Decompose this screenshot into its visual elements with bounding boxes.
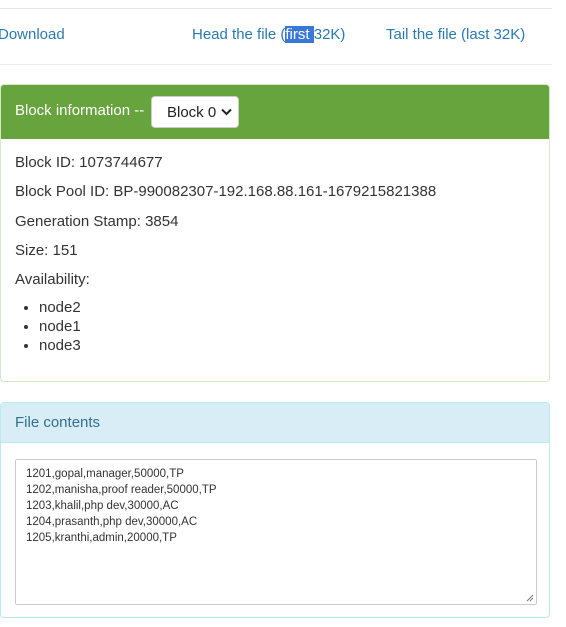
block-information-panel: Block information -- Block 0 Block ID: 1…	[0, 84, 550, 382]
resize-grip-icon[interactable]	[525, 593, 534, 602]
file-contents-panel: File contents 1201,gopal,manager,50000,T…	[0, 402, 550, 618]
head-file-link[interactable]: Head the file (first 32K)	[192, 26, 345, 43]
head-file-prefix: Head the file (	[192, 26, 286, 43]
content-line: 1201,gopal,manager,50000,TP	[26, 468, 184, 480]
block-panel-title: Block information --	[15, 102, 145, 119]
list-item: node3	[39, 336, 81, 355]
tail-file-link[interactable]: Tail the file (last 32K)	[386, 26, 525, 43]
file-contents-title: File contents	[15, 414, 101, 431]
list-item: node1	[39, 317, 81, 336]
block-select[interactable]: Block 0	[151, 96, 239, 128]
content-line: 1204,prasanth,php dev,30000,AC	[26, 516, 198, 528]
chevron-down-icon	[221, 108, 232, 116]
content-line: 1205,kranthi,admin,20000,TP	[26, 532, 177, 544]
block-select-value: Block 0	[167, 104, 217, 121]
download-link[interactable]: Download	[0, 26, 65, 43]
generation-stamp: Generation Stamp: 3854	[15, 213, 179, 230]
head-file-selected-text: first	[285, 26, 314, 43]
block-size: Size: 151	[15, 242, 78, 259]
head-file-suffix: 32K)	[313, 26, 346, 43]
content-line: 1203,khalil,php dev,30000,AC	[26, 500, 179, 512]
block-panel-heading: Block information -- Block 0	[1, 85, 549, 139]
block-pool-id: Block Pool ID: BP-990082307-192.168.88.1…	[15, 183, 437, 200]
list-item: node2	[39, 298, 81, 317]
top-divider	[0, 8, 552, 9]
availability-node-list: node2 node1 node3	[15, 298, 81, 355]
availability-label: Availability:	[15, 271, 90, 288]
content-line: 1202,manisha,proof reader,50000,TP	[26, 484, 217, 496]
section-divider	[0, 64, 552, 65]
block-id: Block ID: 1073744677	[15, 154, 163, 171]
file-actions: Download Head the file (first 32K) Tail …	[0, 26, 552, 48]
file-contents-heading: File contents	[1, 403, 549, 443]
file-contents-textarea[interactable]: 1201,gopal,manager,50000,TP 1202,manisha,…	[15, 459, 537, 605]
